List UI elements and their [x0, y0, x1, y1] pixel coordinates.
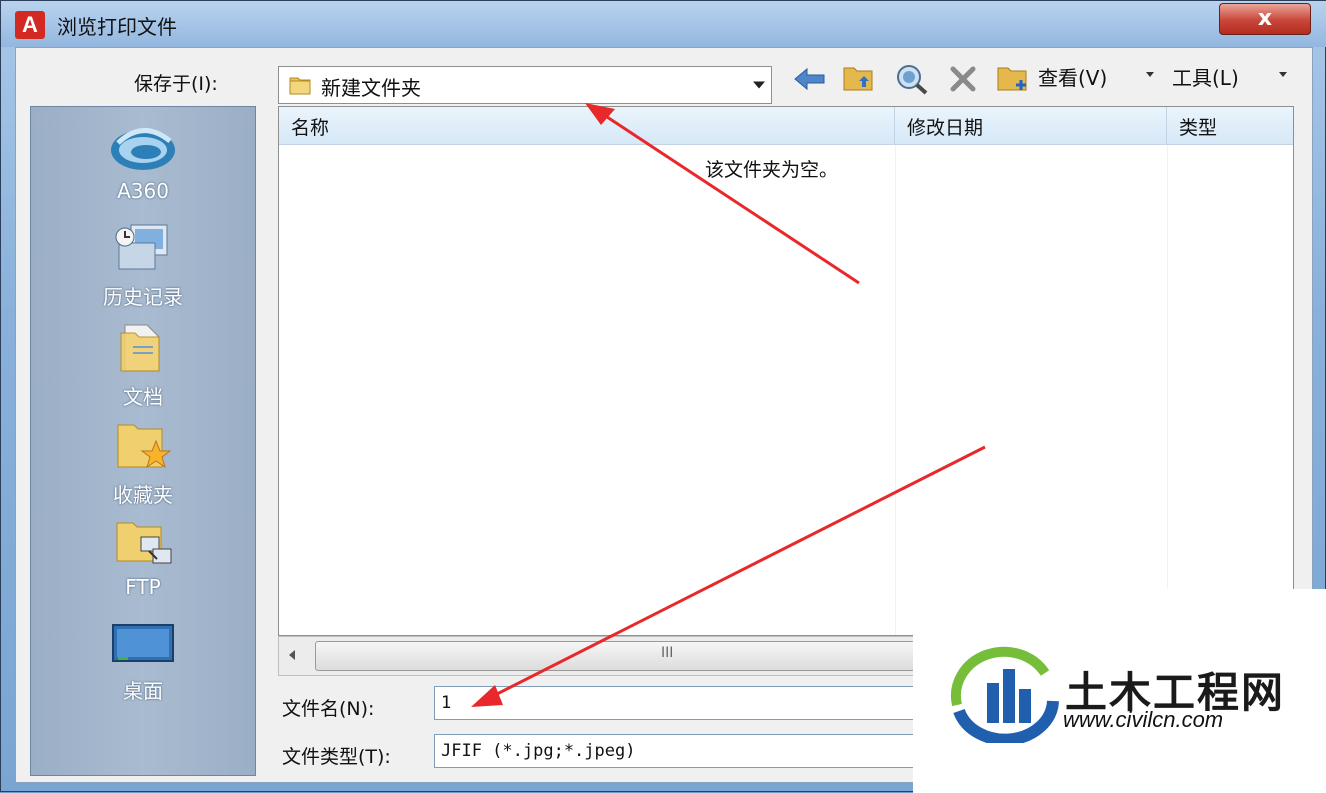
column-divider — [1167, 145, 1168, 635]
civilcn-logo-icon — [949, 643, 1061, 746]
view-menu-button[interactable]: 查看(V) — [1038, 62, 1107, 91]
watermark-logo: 土木工程网 www.civilcn.com — [913, 589, 1326, 793]
place-a360[interactable]: A360 — [31, 123, 255, 203]
a360-cloud-icon — [108, 123, 178, 173]
close-button[interactable]: x — [1219, 3, 1311, 35]
place-favorites[interactable]: 收藏夹 — [31, 417, 255, 508]
scrollbar-grip: III — [661, 645, 674, 661]
history-icon — [111, 221, 175, 275]
place-documents[interactable]: 文档 — [31, 319, 255, 410]
dialog-window: A 浏览打印文件 x 保存于(I): 新建文件夹 查看(V) 工具(L) A36… — [0, 0, 1326, 793]
places-bar: A360 历史记录 文档 收藏夹 FTP 桌面 — [30, 106, 256, 776]
save-in-label: 保存于(I): — [134, 73, 218, 95]
current-folder-name: 新建文件夹 — [321, 76, 421, 100]
delete-icon[interactable] — [948, 64, 978, 94]
file-list[interactable]: 名称 修改日期 类型 该文件夹为空。 — [278, 106, 1294, 636]
column-header-modified[interactable]: 修改日期 — [895, 107, 1167, 145]
scroll-left-arrow-icon[interactable] — [289, 650, 295, 660]
folder-icon — [289, 75, 311, 95]
column-header-name[interactable]: 名称 — [279, 107, 895, 145]
place-label: FTP — [125, 575, 161, 599]
column-header-type[interactable]: 类型 — [1167, 107, 1293, 145]
horizontal-scrollbar[interactable]: III — [278, 636, 918, 676]
autocad-a-icon: A — [15, 11, 45, 39]
chevron-down-icon[interactable] — [1279, 72, 1287, 77]
back-arrow-icon[interactable] — [792, 64, 828, 94]
place-label: A360 — [117, 179, 169, 203]
new-folder-icon[interactable] — [996, 62, 1030, 94]
place-history[interactable]: 历史记录 — [31, 221, 255, 310]
place-label: 桌面 — [123, 679, 163, 703]
file-type-label: 文件类型(T): — [282, 746, 391, 768]
title-bar: A 浏览打印文件 x — [1, 1, 1326, 47]
place-label: 历史记录 — [103, 285, 183, 309]
place-ftp[interactable]: FTP — [31, 515, 255, 599]
place-label: 收藏夹 — [113, 483, 173, 507]
column-divider — [895, 145, 896, 635]
up-folder-icon[interactable] — [842, 62, 876, 94]
tools-menu-button[interactable]: 工具(L) — [1172, 62, 1239, 91]
file-name-label: 文件名(N): — [282, 698, 375, 720]
window-title: 浏览打印文件 — [57, 15, 177, 39]
favorites-folder-icon — [112, 417, 174, 473]
file-type-dropdown[interactable]: JFIF (*.jpg;*.jpeg) — [434, 734, 918, 768]
empty-folder-message: 该文件夹为空。 — [705, 159, 839, 181]
chevron-down-icon[interactable] — [753, 81, 765, 89]
desktop-icon — [110, 621, 176, 669]
chevron-down-icon[interactable] — [1146, 72, 1154, 77]
ftp-icon — [111, 515, 175, 569]
watermark-url: www.civilcn.com — [1063, 707, 1224, 732]
file-name-input[interactable]: 1 — [434, 686, 918, 720]
scrollbar-thumb[interactable]: III — [315, 641, 915, 671]
search-web-icon[interactable] — [894, 62, 930, 96]
documents-folder-icon — [113, 319, 173, 375]
place-desktop[interactable]: 桌面 — [31, 621, 255, 704]
place-label: 文档 — [123, 385, 163, 409]
save-in-dropdown[interactable]: 新建文件夹 — [278, 66, 772, 104]
